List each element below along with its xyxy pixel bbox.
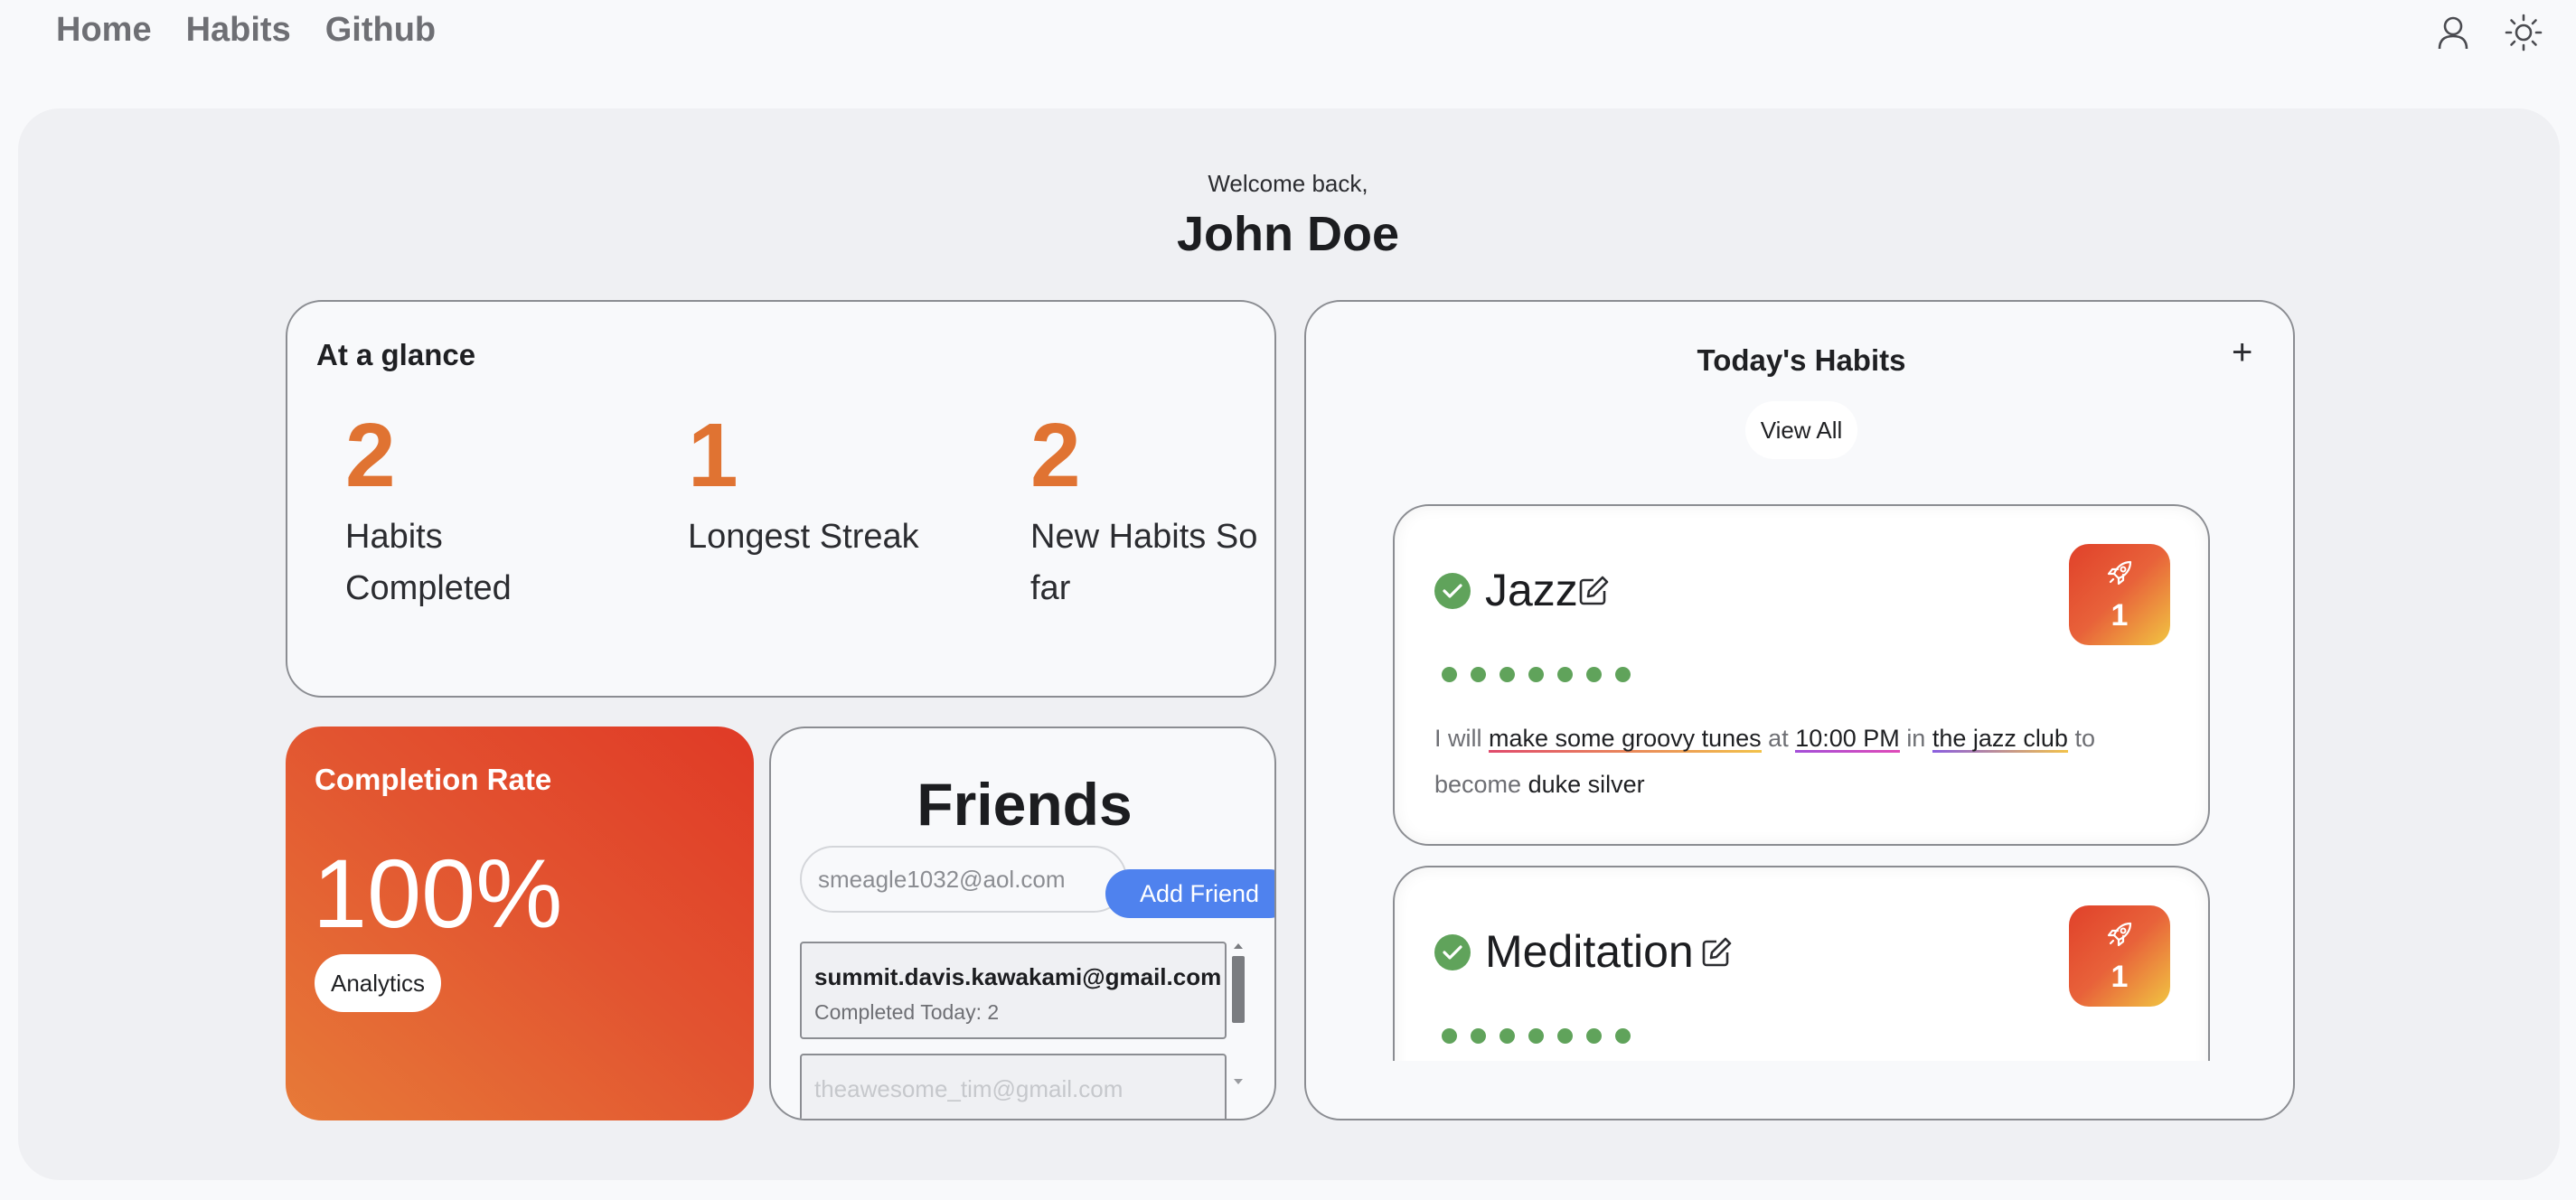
nav-link-github[interactable]: Github — [325, 11, 436, 50]
completion-rate-card: Completion Rate 100% Analytics — [286, 727, 754, 1120]
nav-link-home[interactable]: Home — [56, 11, 152, 50]
edit-icon[interactable] — [1698, 934, 1735, 970]
day-dot — [1471, 667, 1486, 682]
glance-title: At a glance — [316, 338, 476, 371]
friend-email: theawesome_tim@gmail.com — [814, 1075, 1123, 1102]
scroll-thumb[interactable] — [1232, 956, 1245, 1023]
friend-list-item[interactable]: summit.davis.kawakami@gmail.com Complete… — [800, 942, 1227, 1039]
streak-badge[interactable]: 1 — [2069, 905, 2170, 1007]
habit-time: 10:00 PM — [1795, 725, 1900, 753]
edit-icon[interactable] — [1575, 573, 1612, 609]
day-dot — [1528, 667, 1544, 682]
streak-count: 1 — [2111, 598, 2129, 633]
habit-name: Jazz — [1485, 565, 1578, 615]
friend-email-input[interactable] — [800, 846, 1127, 913]
at-a-glance-card: At a glance 2 Habits Completed 1 Longest… — [286, 300, 1276, 698]
day-dot — [1500, 667, 1515, 682]
day-dot — [1586, 1028, 1602, 1044]
user-icon[interactable] — [2433, 13, 2473, 52]
top-navigation: Home Habits Github — [0, 0, 2576, 72]
friend-email: summit.davis.kawakami@gmail.com — [814, 963, 1222, 990]
sentence-text: I will — [1434, 725, 1482, 752]
day-dot — [1557, 667, 1573, 682]
streak-count: 1 — [2111, 960, 2129, 994]
day-dot — [1528, 1028, 1544, 1044]
completion-value: 100% — [313, 839, 563, 948]
scroll-down-arrow[interactable] — [1234, 1079, 1243, 1084]
friends-card: Friends Add Friend summit.davis.kawakami… — [769, 727, 1276, 1120]
rocket-icon — [2107, 560, 2132, 586]
stat-value: 1 — [688, 405, 738, 506]
day-dot — [1442, 667, 1457, 682]
sentence-text: in — [1906, 725, 1926, 752]
todays-habits-card: Today's Habits + View All Jazz 1 I will … — [1304, 300, 2295, 1120]
check-circle-icon[interactable] — [1434, 573, 1471, 609]
day-dot — [1615, 1028, 1631, 1044]
habit-action: make some groovy tunes — [1489, 725, 1762, 753]
habit-week-dots — [1442, 667, 1631, 682]
stat-value: 2 — [1030, 405, 1081, 506]
day-dot — [1442, 1028, 1457, 1044]
nav-links: Home Habits Github — [56, 11, 436, 50]
habit-list: Jazz 1 I will make some groovy tunes at … — [1393, 504, 2210, 1061]
friend-list-item[interactable]: theawesome_tim@gmail.com — [800, 1054, 1227, 1119]
view-all-button[interactable]: View All — [1745, 401, 1857, 459]
stat-label: Habits Completed — [345, 518, 512, 607]
rocket-icon — [2107, 922, 2132, 947]
friend-list: summit.davis.kawakami@gmail.com Complete… — [800, 942, 1227, 1119]
scroll-up-arrow[interactable] — [1234, 943, 1243, 949]
sun-icon[interactable] — [2504, 13, 2543, 52]
friend-status: Completed Today: 2 — [814, 1000, 1000, 1024]
friend-list-scrollbar[interactable] — [1230, 942, 1246, 1086]
sentence-text: at — [1768, 725, 1789, 752]
add-friend-button[interactable]: Add Friend — [1105, 869, 1274, 918]
stat-habits-completed: 2 Habits Completed — [345, 410, 616, 614]
completion-title: Completion Rate — [315, 763, 552, 796]
habit-name: Meditation — [1485, 926, 1694, 977]
streak-badge[interactable]: 1 — [2069, 544, 2170, 645]
day-dot — [1500, 1028, 1515, 1044]
habit-sentence: I will make some groovy tunes at 10:00 P… — [1434, 716, 2176, 808]
welcome-greeting: Welcome back, — [1208, 170, 1368, 197]
stat-value: 2 — [345, 405, 396, 506]
habit-identity: duke silver — [1528, 771, 1645, 798]
stat-new-habits: 2 New Habits So far — [1030, 410, 1302, 614]
friends-title: Friends — [917, 771, 1133, 838]
habit-card-meditation: Meditation 1 — [1393, 866, 2210, 1061]
day-dot — [1557, 1028, 1573, 1044]
habit-place: the jazz club — [1932, 725, 2068, 753]
stat-label: New Habits So far — [1030, 518, 1258, 607]
day-dot — [1586, 667, 1602, 682]
plus-icon[interactable]: + — [2232, 333, 2252, 373]
habits-title: Today's Habits — [1697, 343, 1906, 377]
day-dot — [1615, 667, 1631, 682]
nav-link-habits[interactable]: Habits — [186, 11, 291, 50]
check-circle-icon[interactable] — [1434, 934, 1471, 970]
analytics-button[interactable]: Analytics — [315, 954, 442, 1012]
day-dot — [1471, 1028, 1486, 1044]
habit-week-dots — [1442, 1028, 1631, 1044]
habit-card-jazz: Jazz 1 I will make some groovy tunes at … — [1393, 504, 2210, 846]
stat-longest-streak: 1 Longest Streak — [688, 410, 959, 563]
stat-label: Longest Streak — [688, 518, 919, 556]
user-name: John Doe — [1176, 207, 1399, 261]
